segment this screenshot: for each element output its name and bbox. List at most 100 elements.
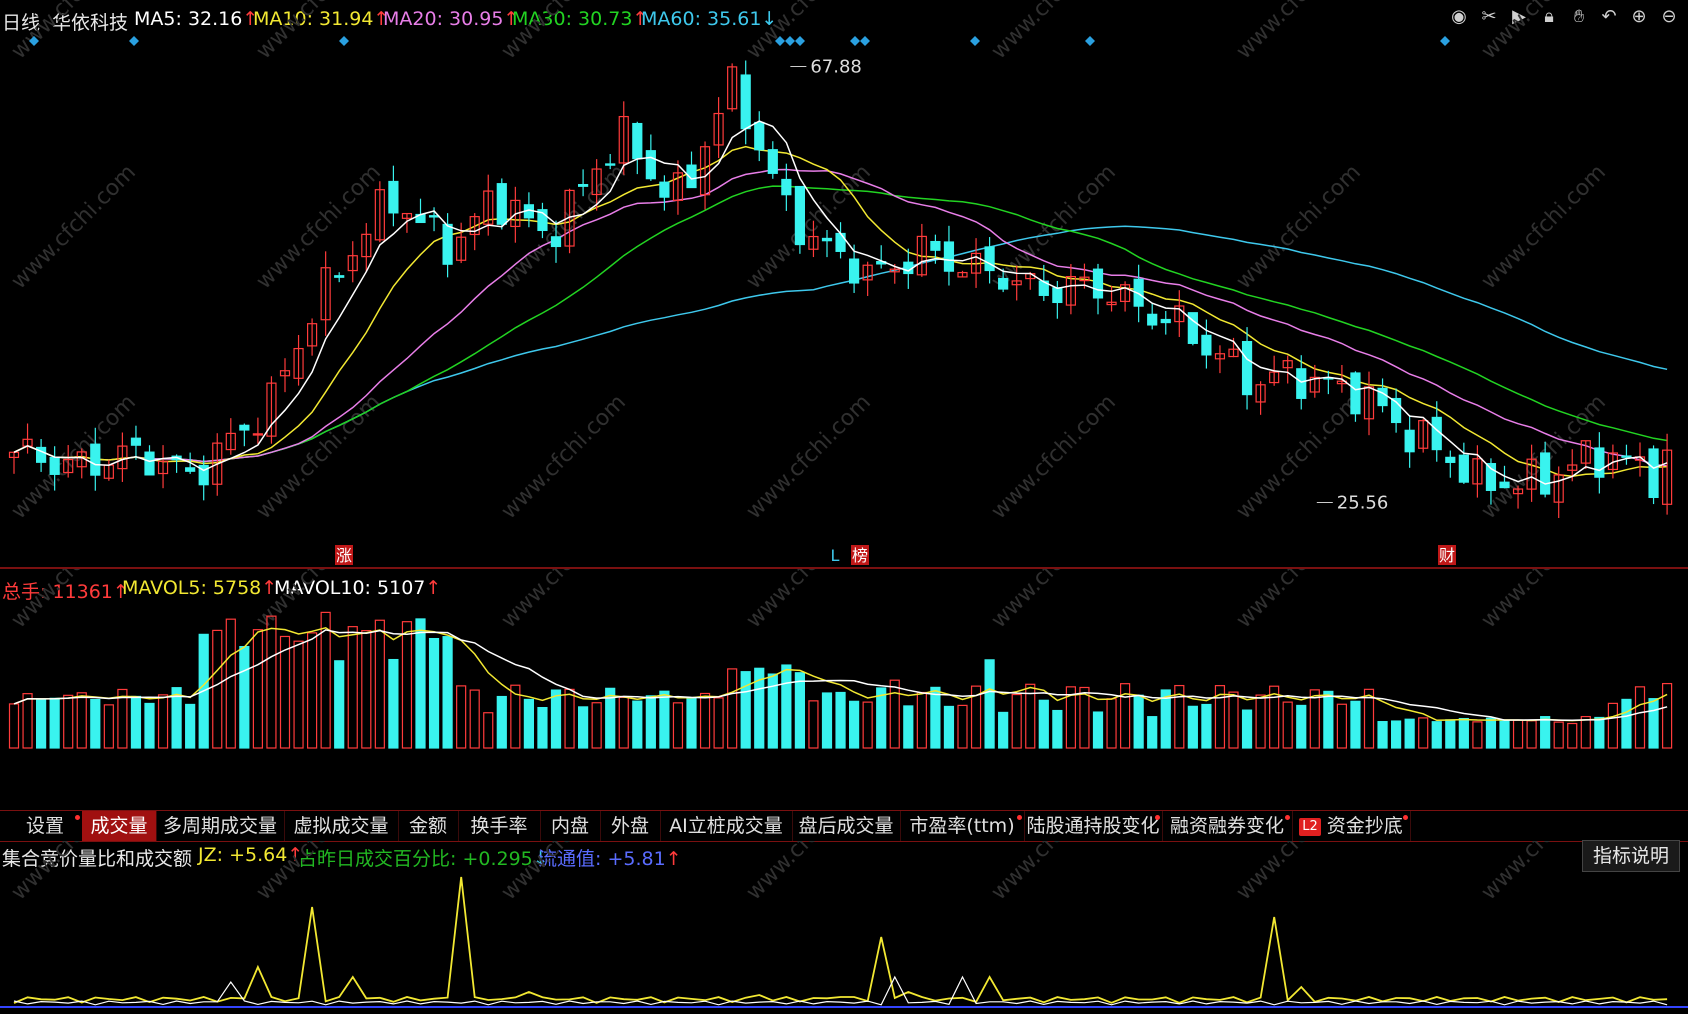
volume-bar[interactable] <box>699 692 711 749</box>
volume-bar[interactable] <box>1092 711 1104 749</box>
volume-bar[interactable] <box>1431 721 1442 749</box>
volume-bar[interactable] <box>1147 716 1158 749</box>
volume-bar[interactable] <box>1512 719 1524 749</box>
candle-body[interactable] <box>496 183 507 225</box>
volume-bar[interactable] <box>889 679 900 749</box>
volume-bar[interactable] <box>374 619 385 749</box>
signal-diamond-icon[interactable] <box>129 36 139 46</box>
volume-bar[interactable] <box>22 693 33 749</box>
volume-bar[interactable] <box>550 689 562 749</box>
tab-13[interactable]: L2 资金抄底 <box>1292 811 1411 841</box>
volume-bar[interactable] <box>483 712 494 749</box>
volume-bar[interactable] <box>1201 703 1212 749</box>
volume-bar[interactable] <box>76 692 87 749</box>
candle-body[interactable] <box>998 277 1009 290</box>
volume-bar[interactable] <box>537 706 548 749</box>
volume-bar[interactable] <box>1404 718 1415 749</box>
volume-bar[interactable] <box>1296 704 1307 749</box>
volume-bar[interactable] <box>943 705 955 749</box>
volume-bar[interactable] <box>1485 717 1497 749</box>
volume-bar[interactable] <box>835 691 846 749</box>
volume-bar[interactable] <box>821 692 833 749</box>
volume-bar[interactable] <box>442 636 453 749</box>
volume-bar[interactable] <box>1553 721 1564 749</box>
volume-bar[interactable] <box>1390 720 1402 749</box>
candle-body[interactable] <box>1540 452 1551 495</box>
volume-bar[interactable] <box>1621 698 1632 749</box>
candle-body[interactable] <box>645 150 656 180</box>
volume-bar[interactable] <box>239 645 250 749</box>
candle-body[interactable] <box>1499 481 1510 489</box>
signal-diamond-icon[interactable] <box>1085 36 1095 46</box>
volume-bar[interactable] <box>848 700 860 749</box>
volume-bar[interactable] <box>1282 701 1293 749</box>
volume-bar[interactable] <box>1079 686 1090 749</box>
tab-11[interactable]: 陆股通持股变化 <box>1024 811 1163 841</box>
candle-body[interactable] <box>1201 334 1212 356</box>
volume-bar[interactable] <box>1309 689 1320 749</box>
volume-bar[interactable] <box>1661 682 1673 749</box>
candle-body[interactable] <box>1092 268 1104 299</box>
volume-bar[interactable] <box>591 702 602 749</box>
volume-bar[interactable] <box>957 704 968 749</box>
volume-bar[interactable] <box>1472 721 1483 749</box>
volume-bar[interactable] <box>496 695 507 749</box>
candle-body[interactable] <box>144 451 155 476</box>
volume-bar[interactable] <box>808 700 819 749</box>
candle-body[interactable] <box>930 240 941 251</box>
volume-bar[interactable] <box>361 630 372 749</box>
volume-bar[interactable] <box>456 685 467 749</box>
candle-body[interactable] <box>1052 287 1063 304</box>
volume-bar[interactable] <box>225 618 236 749</box>
volume-panel[interactable]: 总手: 11361↑ MAVOL5: 5758↑ MAVOL10: 5107↑ … <box>0 569 1688 809</box>
candle-body[interactable] <box>1350 372 1361 415</box>
tab-0[interactable]: 设置 <box>8 811 83 841</box>
candle-body[interactable] <box>1594 447 1605 478</box>
tab-3[interactable]: 虚拟成交量 <box>284 811 399 841</box>
tab-2[interactable]: 多周期成交量 <box>156 811 285 841</box>
indicator-chart[interactable]: www.cfchi.com www.cfchi.com www.cfchi.com w… <box>0 841 1688 1014</box>
volume-bar[interactable] <box>1336 703 1348 749</box>
volume-bar[interactable] <box>469 689 480 749</box>
candle-body[interactable] <box>754 121 765 151</box>
candle-body[interactable] <box>767 149 778 174</box>
volume-bar[interactable] <box>781 664 792 749</box>
volume-bar[interactable] <box>415 618 426 749</box>
volume-bar[interactable] <box>1323 690 1334 749</box>
tab-1[interactable]: 成交量 <box>82 811 157 841</box>
volume-bar[interactable] <box>293 640 304 749</box>
indicator-explain-button[interactable]: 指标说明 <box>1581 840 1680 872</box>
volume-bar[interactable] <box>1377 721 1388 749</box>
volume-bar[interactable] <box>998 711 1009 749</box>
volume-bar[interactable] <box>1350 700 1361 749</box>
candle-body[interactable] <box>334 275 345 278</box>
tab-5[interactable]: 换手率 <box>458 811 541 841</box>
volume-bar[interactable] <box>713 697 724 749</box>
candle-body[interactable] <box>577 184 589 187</box>
candle-body[interactable] <box>605 163 616 166</box>
candle-body[interactable] <box>781 178 792 196</box>
volume-bar[interactable] <box>564 688 575 749</box>
candle-body[interactable] <box>1458 454 1469 483</box>
volume-bar[interactable] <box>90 698 101 749</box>
signal-diamond-icon[interactable] <box>970 36 980 46</box>
candle-body[interactable] <box>740 74 751 130</box>
indicator-panel[interactable]: 集合竞价量比和成交额 JZ: +5.64↑ 占昨日成交百分比: +0.295↓ … <box>0 841 1688 1014</box>
candle-body[interactable] <box>388 180 399 214</box>
signal-diamond-icon[interactable] <box>785 36 795 46</box>
volume-bar[interactable] <box>103 704 114 749</box>
volume-bar[interactable] <box>1648 698 1659 749</box>
volume-bar[interactable] <box>266 615 277 749</box>
candle-body[interactable] <box>1648 448 1659 498</box>
volume-bar[interactable] <box>1607 702 1619 749</box>
volume-bar[interactable] <box>1594 716 1605 749</box>
volume-bar[interactable] <box>727 668 738 749</box>
event-marker[interactable]: L <box>831 546 840 565</box>
tab-10[interactable]: 市盈率(ttm) <box>900 811 1025 841</box>
volume-bar[interactable] <box>185 703 196 749</box>
candle-body[interactable] <box>835 232 846 252</box>
candlestick-chart[interactable]: www.cfchi.com www.cfchi.com www.cfchi.com w… <box>0 0 1688 568</box>
signal-diamond-icon[interactable] <box>860 36 870 46</box>
candle-body[interactable] <box>1160 318 1171 324</box>
candle-body[interactable] <box>984 246 995 272</box>
